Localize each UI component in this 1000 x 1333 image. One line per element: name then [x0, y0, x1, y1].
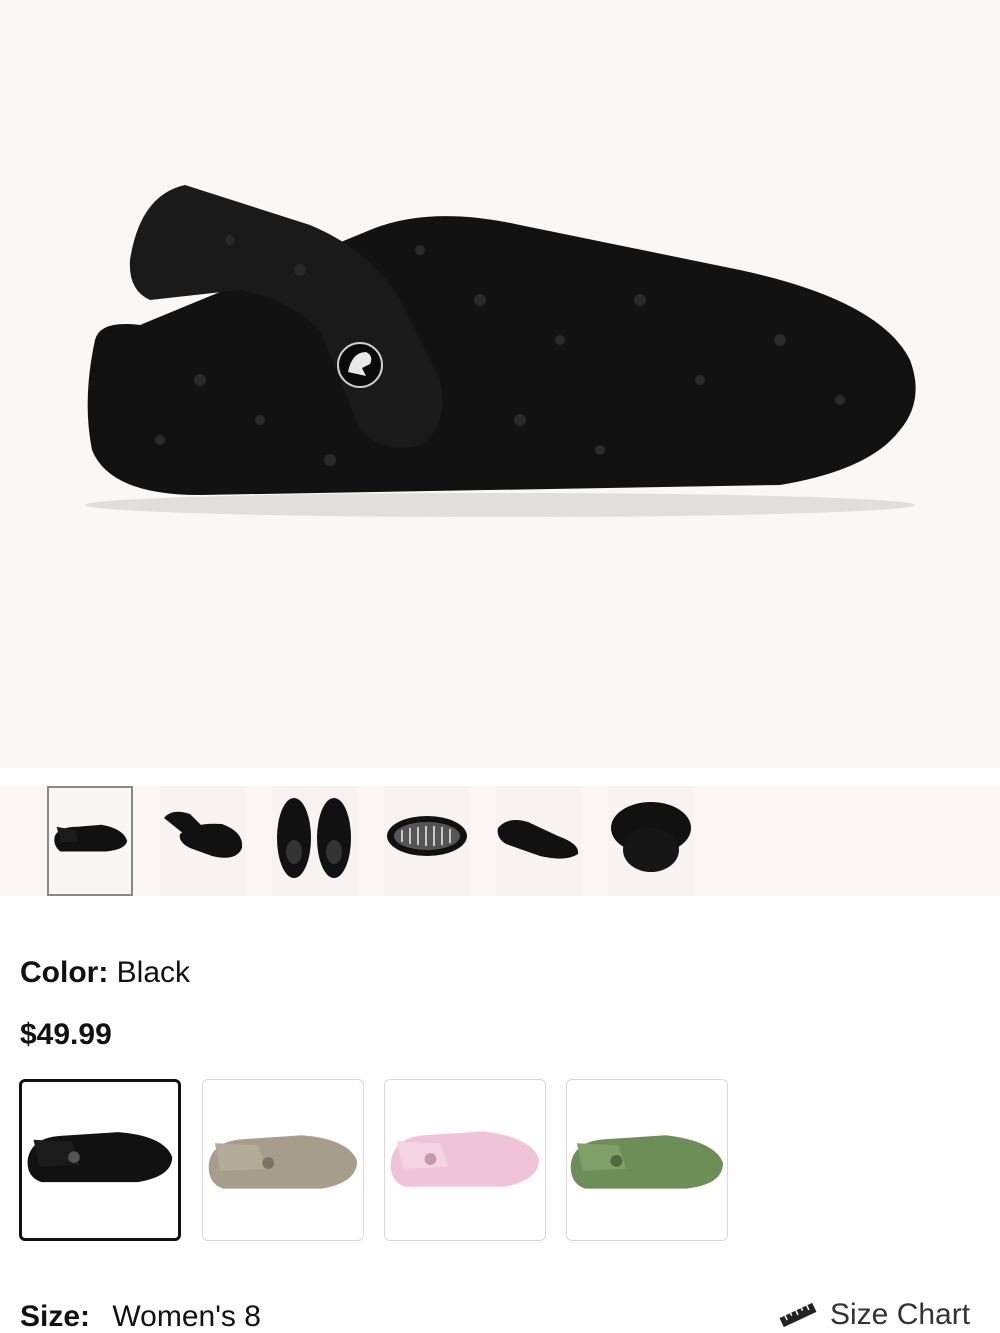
size-label: Size: [20, 1300, 91, 1333]
slipper-swatch-icon [208, 1135, 358, 1189]
slipper-top-icon [277, 798, 351, 878]
ruler-icon [779, 1302, 817, 1328]
color-label: Color: [20, 956, 109, 989]
slipper-swatch-icon [390, 1131, 540, 1187]
slipper-angle-icon [497, 820, 579, 859]
color-swatch-mushroom[interactable] [202, 1079, 364, 1241]
color-value: Black [116, 956, 191, 989]
thumbnail-side-view[interactable] [47, 786, 133, 896]
color-label-row: Color: Black [20, 956, 190, 990]
slipper-back-icon [611, 802, 691, 872]
color-swatch-pink[interactable] [384, 1079, 546, 1241]
slipper-illustration [85, 185, 916, 517]
color-swatch-green[interactable] [566, 1079, 728, 1241]
thumbnail-angle-view[interactable] [496, 786, 582, 896]
size-value: Women's 8 [112, 1300, 261, 1333]
thumbnail-pair-angle-view[interactable] [160, 786, 246, 896]
slipper-swatch-icon [27, 1132, 173, 1183]
slipper-pair-icon [164, 811, 243, 858]
slipper-icon [54, 824, 128, 852]
thumbnail-back-view[interactable] [608, 786, 694, 896]
slipper-swatch-icon [570, 1135, 724, 1189]
size-label-row: Size: Women's 8 [20, 1300, 261, 1333]
slipper-sole-icon [387, 816, 467, 856]
product-price: $49.99 [20, 1018, 112, 1051]
size-chart-link[interactable]: Size Chart [778, 1298, 970, 1332]
thumbnail-sole-view[interactable] [384, 786, 470, 896]
size-chart-label: Size Chart [830, 1298, 971, 1331]
thumbnail-strip [0, 786, 1000, 896]
product-hero-image[interactable] [0, 0, 1000, 768]
thumbnail-top-view[interactable] [272, 786, 358, 896]
color-swatch-black[interactable] [19, 1079, 181, 1241]
